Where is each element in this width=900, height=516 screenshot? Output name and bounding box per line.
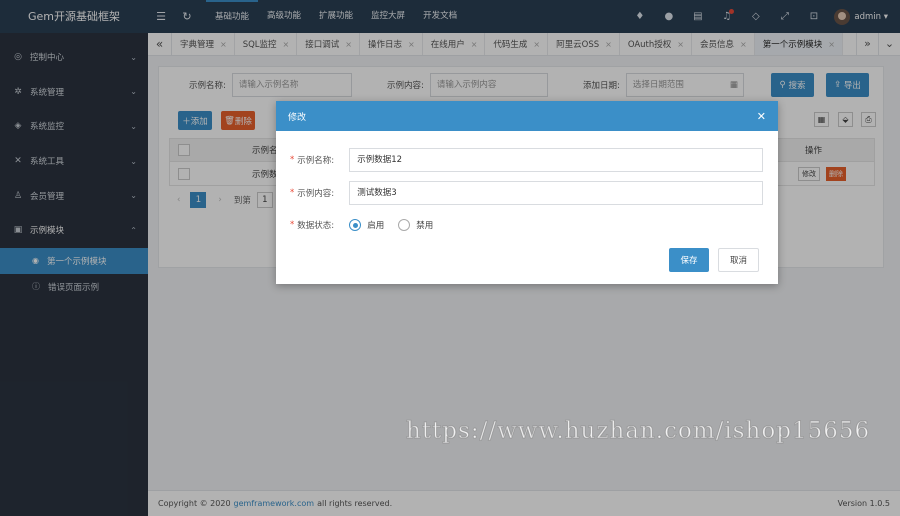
dialog-header: 修改 ✕ xyxy=(276,101,778,131)
dialog-name-label: 示例名称: xyxy=(297,156,335,166)
cancel-button[interactable]: 取消 xyxy=(718,248,759,272)
watermark: https://www.huzhan.com/ishop15656 xyxy=(405,418,871,445)
dialog-name-input[interactable]: 示例数据12 xyxy=(349,148,764,172)
radio-checked-icon xyxy=(349,219,362,231)
required-marker: * xyxy=(290,155,295,165)
dialog-title: 修改 xyxy=(288,112,307,123)
dialog-name-row: * 示例名称: 示例数据12 xyxy=(290,148,764,172)
status-disable-label: 禁用 xyxy=(416,221,434,231)
status-enable-label: 启用 xyxy=(367,221,385,231)
dialog-content-label: 示例内容: xyxy=(297,189,335,199)
dialog-content-input[interactable]: 测试数据3 xyxy=(349,181,764,205)
dialog-status-label: 数据状态: xyxy=(297,221,335,231)
edit-dialog: 修改 ✕ * 示例名称: 示例数据12 * 示例内容: 测试数据3 * 数据状态… xyxy=(276,101,778,284)
required-marker: * xyxy=(290,188,295,198)
save-button[interactable]: 保存 xyxy=(669,248,709,272)
required-marker: * xyxy=(290,220,295,230)
status-disable-radio[interactable]: 禁用 xyxy=(398,219,433,231)
dialog-content-row: * 示例内容: 测试数据3 xyxy=(290,181,764,205)
radio-unchecked-icon xyxy=(398,219,411,231)
status-enable-radio[interactable]: 启用 xyxy=(349,219,384,231)
dialog-status-row: * 数据状态: 启用 禁用 xyxy=(290,219,447,231)
close-icon[interactable]: ✕ xyxy=(757,110,766,123)
